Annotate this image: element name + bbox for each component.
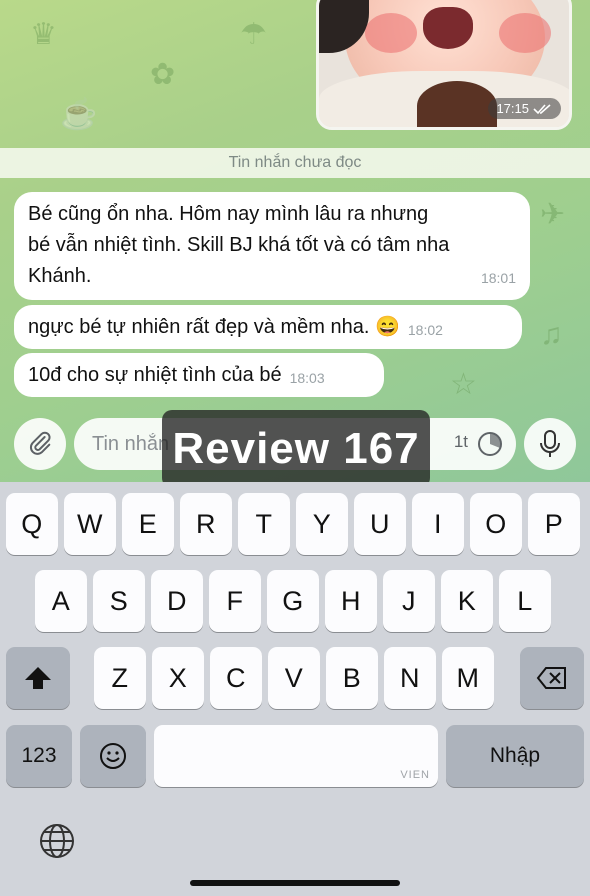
message-text: Bé cũng ổn nha. Hôm nay mình lâu ra nhưn… (28, 203, 450, 287)
voice-record-button[interactable] (524, 418, 576, 470)
key-b[interactable]: B (326, 647, 378, 709)
globe-icon (40, 824, 74, 858)
key-v[interactable]: V (268, 647, 320, 709)
key-m[interactable]: M (442, 647, 494, 709)
doodle-icon: ☂ (240, 18, 267, 51)
backspace-icon (536, 667, 566, 689)
space-key[interactable]: VIEN (154, 725, 438, 787)
photo-cheek (365, 13, 417, 53)
microphone-icon (540, 430, 560, 457)
key-c[interactable]: C (210, 647, 262, 709)
key-n[interactable]: N (384, 647, 436, 709)
photo-mouth (423, 7, 473, 49)
message-bubble[interactable]: ngực bé tự nhiên rất đẹp và mềm nha. 😄 1… (14, 305, 522, 349)
keyboard: QWERTYUIOP ASDFGHJKL ZXCVBNM 123 VIEN Nhập (0, 482, 590, 896)
return-key[interactable]: Nhập (446, 725, 584, 787)
shift-key[interactable] (6, 647, 70, 709)
key-k[interactable]: K (441, 570, 493, 632)
backspace-key[interactable] (520, 647, 584, 709)
doodle-icon: ✈ (540, 198, 566, 231)
key-j[interactable]: J (383, 570, 435, 632)
key-u[interactable]: U (354, 493, 406, 555)
message-time: 18:02 (407, 321, 443, 338)
key-d[interactable]: D (151, 570, 203, 632)
message-text: 10đ cho sự nhiệt tình của bé (28, 363, 282, 386)
message-bubble[interactable]: Bé cũng ổn nha. Hôm nay mình lâu ra nhưn… (14, 192, 530, 300)
key-i[interactable]: I (412, 493, 464, 555)
message-time: 18:01 (480, 270, 516, 286)
key-s[interactable]: S (93, 570, 145, 632)
emoji-icon (100, 743, 126, 769)
message-text: ngực bé tự nhiên rất đẹp và mềm nha. 😄 (28, 315, 400, 338)
watermark-overlay: Review 167 (162, 410, 430, 488)
message-bubble[interactable]: 10đ cho sự nhiệt tình của bé 18:03 (14, 353, 384, 397)
timer-icon[interactable] (476, 430, 504, 458)
paperclip-icon (29, 431, 51, 455)
key-g[interactable]: G (267, 570, 319, 632)
key-o[interactable]: O (470, 493, 522, 555)
attach-button[interactable] (14, 418, 66, 470)
unread-messages-divider: Tin nhắn chưa đọc (0, 148, 590, 178)
language-switch-button[interactable] (38, 822, 76, 865)
schedule-label[interactable]: 1t (454, 432, 468, 452)
bubble-tail (22, 383, 36, 397)
key-w[interactable]: W (64, 493, 116, 555)
doodle-icon: ♛ (30, 18, 57, 51)
emoji-key[interactable] (80, 725, 146, 787)
key-p[interactable]: P (528, 493, 580, 555)
photo-time-text: 17:15 (496, 101, 529, 116)
shift-arrow-icon (25, 667, 51, 689)
space-language-hint: VIEN (400, 769, 430, 781)
key-t[interactable]: T (238, 493, 290, 555)
photo-message[interactable]: 17:15 (316, 0, 572, 130)
photo-collar (417, 81, 497, 127)
key-e[interactable]: E (122, 493, 174, 555)
key-a[interactable]: A (35, 570, 87, 632)
photo-cheek (499, 13, 551, 53)
key-l[interactable]: L (499, 570, 551, 632)
key-f[interactable]: F (209, 570, 261, 632)
home-indicator (190, 880, 400, 886)
key-y[interactable]: Y (296, 493, 348, 555)
key-x[interactable]: X (152, 647, 204, 709)
doodle-icon: ♫ (540, 318, 563, 351)
doodle-icon: ✿ (150, 58, 176, 91)
key-z[interactable]: Z (94, 647, 146, 709)
photo-timestamp: 17:15 (488, 98, 561, 119)
message-time: 18:03 (289, 369, 325, 386)
doodle-icon: ☕ (60, 98, 98, 131)
key-r[interactable]: R (180, 493, 232, 555)
key-q[interactable]: Q (6, 493, 58, 555)
numbers-key[interactable]: 123 (6, 725, 72, 787)
key-h[interactable]: H (325, 570, 377, 632)
doodle-icon: ☆ (450, 368, 477, 401)
double-check-icon (533, 103, 551, 114)
